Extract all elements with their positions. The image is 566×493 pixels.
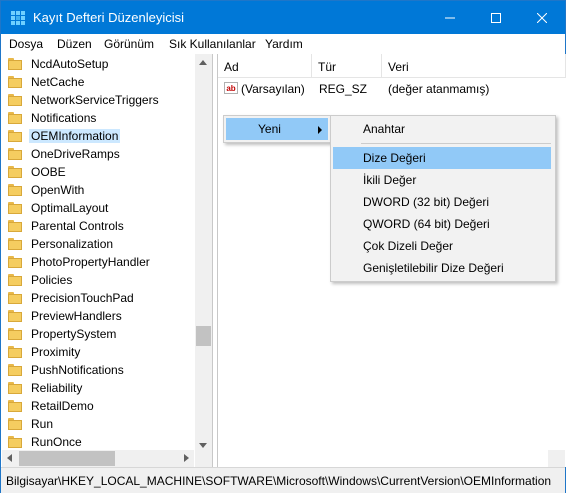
tree-item[interactable]: PropertySystem — [8, 325, 188, 343]
folder-icon — [8, 76, 22, 88]
tree-item[interactable]: Personalization — [8, 235, 188, 253]
close-icon — [537, 12, 547, 23]
tree-item[interactable]: OptimalLayout — [8, 199, 188, 217]
folder-icon — [8, 292, 22, 304]
tree-item[interactable]: PreviewHandlers — [8, 307, 188, 325]
new-submenu: Anahtar Dize Değeri İkili Değer DWORD (3… — [330, 115, 556, 282]
maximize-icon — [491, 12, 501, 23]
value-type: REG_SZ — [319, 82, 368, 96]
tree-item[interactable]: Run — [8, 415, 188, 433]
menu-item-binary-value[interactable]: İkili Değer — [333, 169, 553, 191]
open-folder-icon — [8, 130, 22, 142]
menu-item-key[interactable]: Anahtar — [333, 118, 553, 140]
folder-icon — [8, 58, 22, 70]
scroll-up-icon[interactable] — [199, 60, 207, 65]
menu-view[interactable]: Görünüm — [104, 37, 154, 51]
tree-item[interactable]: RetailDemo — [8, 397, 188, 415]
minimize-button[interactable] — [427, 1, 473, 34]
menu-edit[interactable]: Düzen — [57, 37, 92, 51]
column-header-type[interactable]: Tür — [312, 54, 382, 78]
folder-icon — [8, 274, 22, 286]
tree-item[interactable]: PhotoPropertyHandler — [8, 253, 188, 271]
folder-icon — [8, 202, 22, 214]
menu-item-expandable-string-value[interactable]: Genişletilebilir Dize Değeri — [333, 257, 553, 279]
context-menu: Yeni — [223, 115, 331, 143]
value-row[interactable]: ab (Varsayılan) REG_SZ (değer atanmamış) — [218, 80, 566, 98]
close-button[interactable] — [519, 1, 565, 34]
tree-item[interactable]: PrecisionTouchPad — [8, 289, 188, 307]
menu-file[interactable]: Dosya — [9, 37, 43, 51]
menu-item-qword-value[interactable]: QWORD (64 bit) Değeri — [333, 213, 553, 235]
menu-item-dword-value[interactable]: DWORD (32 bit) Değeri — [333, 191, 553, 213]
scroll-thumb[interactable] — [196, 326, 211, 346]
folder-icon — [8, 184, 22, 196]
folder-icon — [8, 382, 22, 394]
folder-icon — [8, 310, 22, 322]
folder-icon — [8, 400, 22, 412]
tree-item[interactable]: Proximity — [8, 343, 188, 361]
tree-item[interactable]: Notifications — [8, 109, 188, 127]
column-header-name[interactable]: Ad — [218, 54, 312, 78]
folder-icon — [8, 346, 22, 358]
tree-item[interactable]: Policies — [8, 271, 188, 289]
tree-item[interactable]: RunOnce — [8, 433, 188, 451]
tree-vertical-scrollbar[interactable] — [195, 54, 212, 467]
scroll-thumb[interactable] — [19, 451, 115, 466]
column-header-data[interactable]: Veri — [382, 54, 566, 78]
folder-icon — [8, 418, 22, 430]
minimize-icon — [445, 17, 455, 18]
tree-item[interactable]: PushNotifications — [8, 361, 188, 379]
status-bar: Bilgisayar\HKEY_LOCAL_MACHINE\SOFTWARE\M… — [1, 467, 565, 493]
string-value-icon: ab — [224, 82, 238, 94]
title-bar[interactable]: Kayıt Defteri Düzenleyicisi — [1, 1, 565, 34]
value-name: (Varsayılan) — [241, 82, 305, 96]
status-path: Bilgisayar\HKEY_LOCAL_MACHINE\SOFTWARE\M… — [6, 474, 552, 488]
folder-icon — [8, 220, 22, 232]
scroll-right-icon[interactable] — [184, 454, 189, 462]
folder-icon — [8, 364, 22, 376]
maximize-button[interactable] — [473, 1, 519, 34]
menu-favorites[interactable]: Sık Kullanılanlar — [169, 37, 256, 51]
menu-item-new[interactable]: Yeni — [226, 118, 328, 140]
tree-item[interactable]: NetCache — [8, 73, 188, 91]
key-tree[interactable]: NcdAutoSetup NetCache NetworkServiceTrig… — [2, 54, 213, 467]
tree-item[interactable]: OpenWith — [8, 181, 188, 199]
tree-item[interactable]: NcdAutoSetup — [8, 55, 188, 73]
tree-item[interactable]: Reliability — [8, 379, 188, 397]
tree-horizontal-scrollbar[interactable] — [2, 450, 194, 467]
menu-item-string-value[interactable]: Dize Değeri — [333, 147, 551, 169]
regedit-app-icon — [11, 11, 25, 25]
menu-help[interactable]: Yardım — [265, 37, 303, 51]
tree-item[interactable]: OneDriveRamps — [8, 145, 188, 163]
menu-item-multi-string-value[interactable]: Çok Dizeli Değer — [333, 235, 553, 257]
folder-icon — [8, 256, 22, 268]
submenu-arrow-icon — [318, 126, 322, 134]
folder-icon — [8, 166, 22, 178]
folder-icon — [8, 328, 22, 340]
menu-separator — [361, 143, 551, 144]
value-data: (değer atanmamış) — [388, 82, 490, 96]
folder-icon — [8, 238, 22, 250]
folder-icon — [8, 112, 22, 124]
scrollbar-corner — [548, 450, 565, 467]
menu-bar: Dosya Düzen Görünüm Sık Kullanılanlar Ya… — [1, 34, 565, 54]
scroll-down-icon[interactable] — [199, 443, 207, 448]
folder-icon — [8, 94, 22, 106]
folder-icon — [8, 148, 22, 160]
tree-item-selected[interactable]: OEMInformation — [8, 127, 188, 145]
tree-item[interactable]: OOBE — [8, 163, 188, 181]
scroll-left-icon[interactable] — [7, 454, 12, 462]
folder-icon — [8, 436, 22, 448]
tree-item[interactable]: NetworkServiceTriggers — [8, 91, 188, 109]
window-title: Kayıt Defteri Düzenleyicisi — [33, 10, 184, 25]
tree-item[interactable]: Parental Controls — [8, 217, 188, 235]
